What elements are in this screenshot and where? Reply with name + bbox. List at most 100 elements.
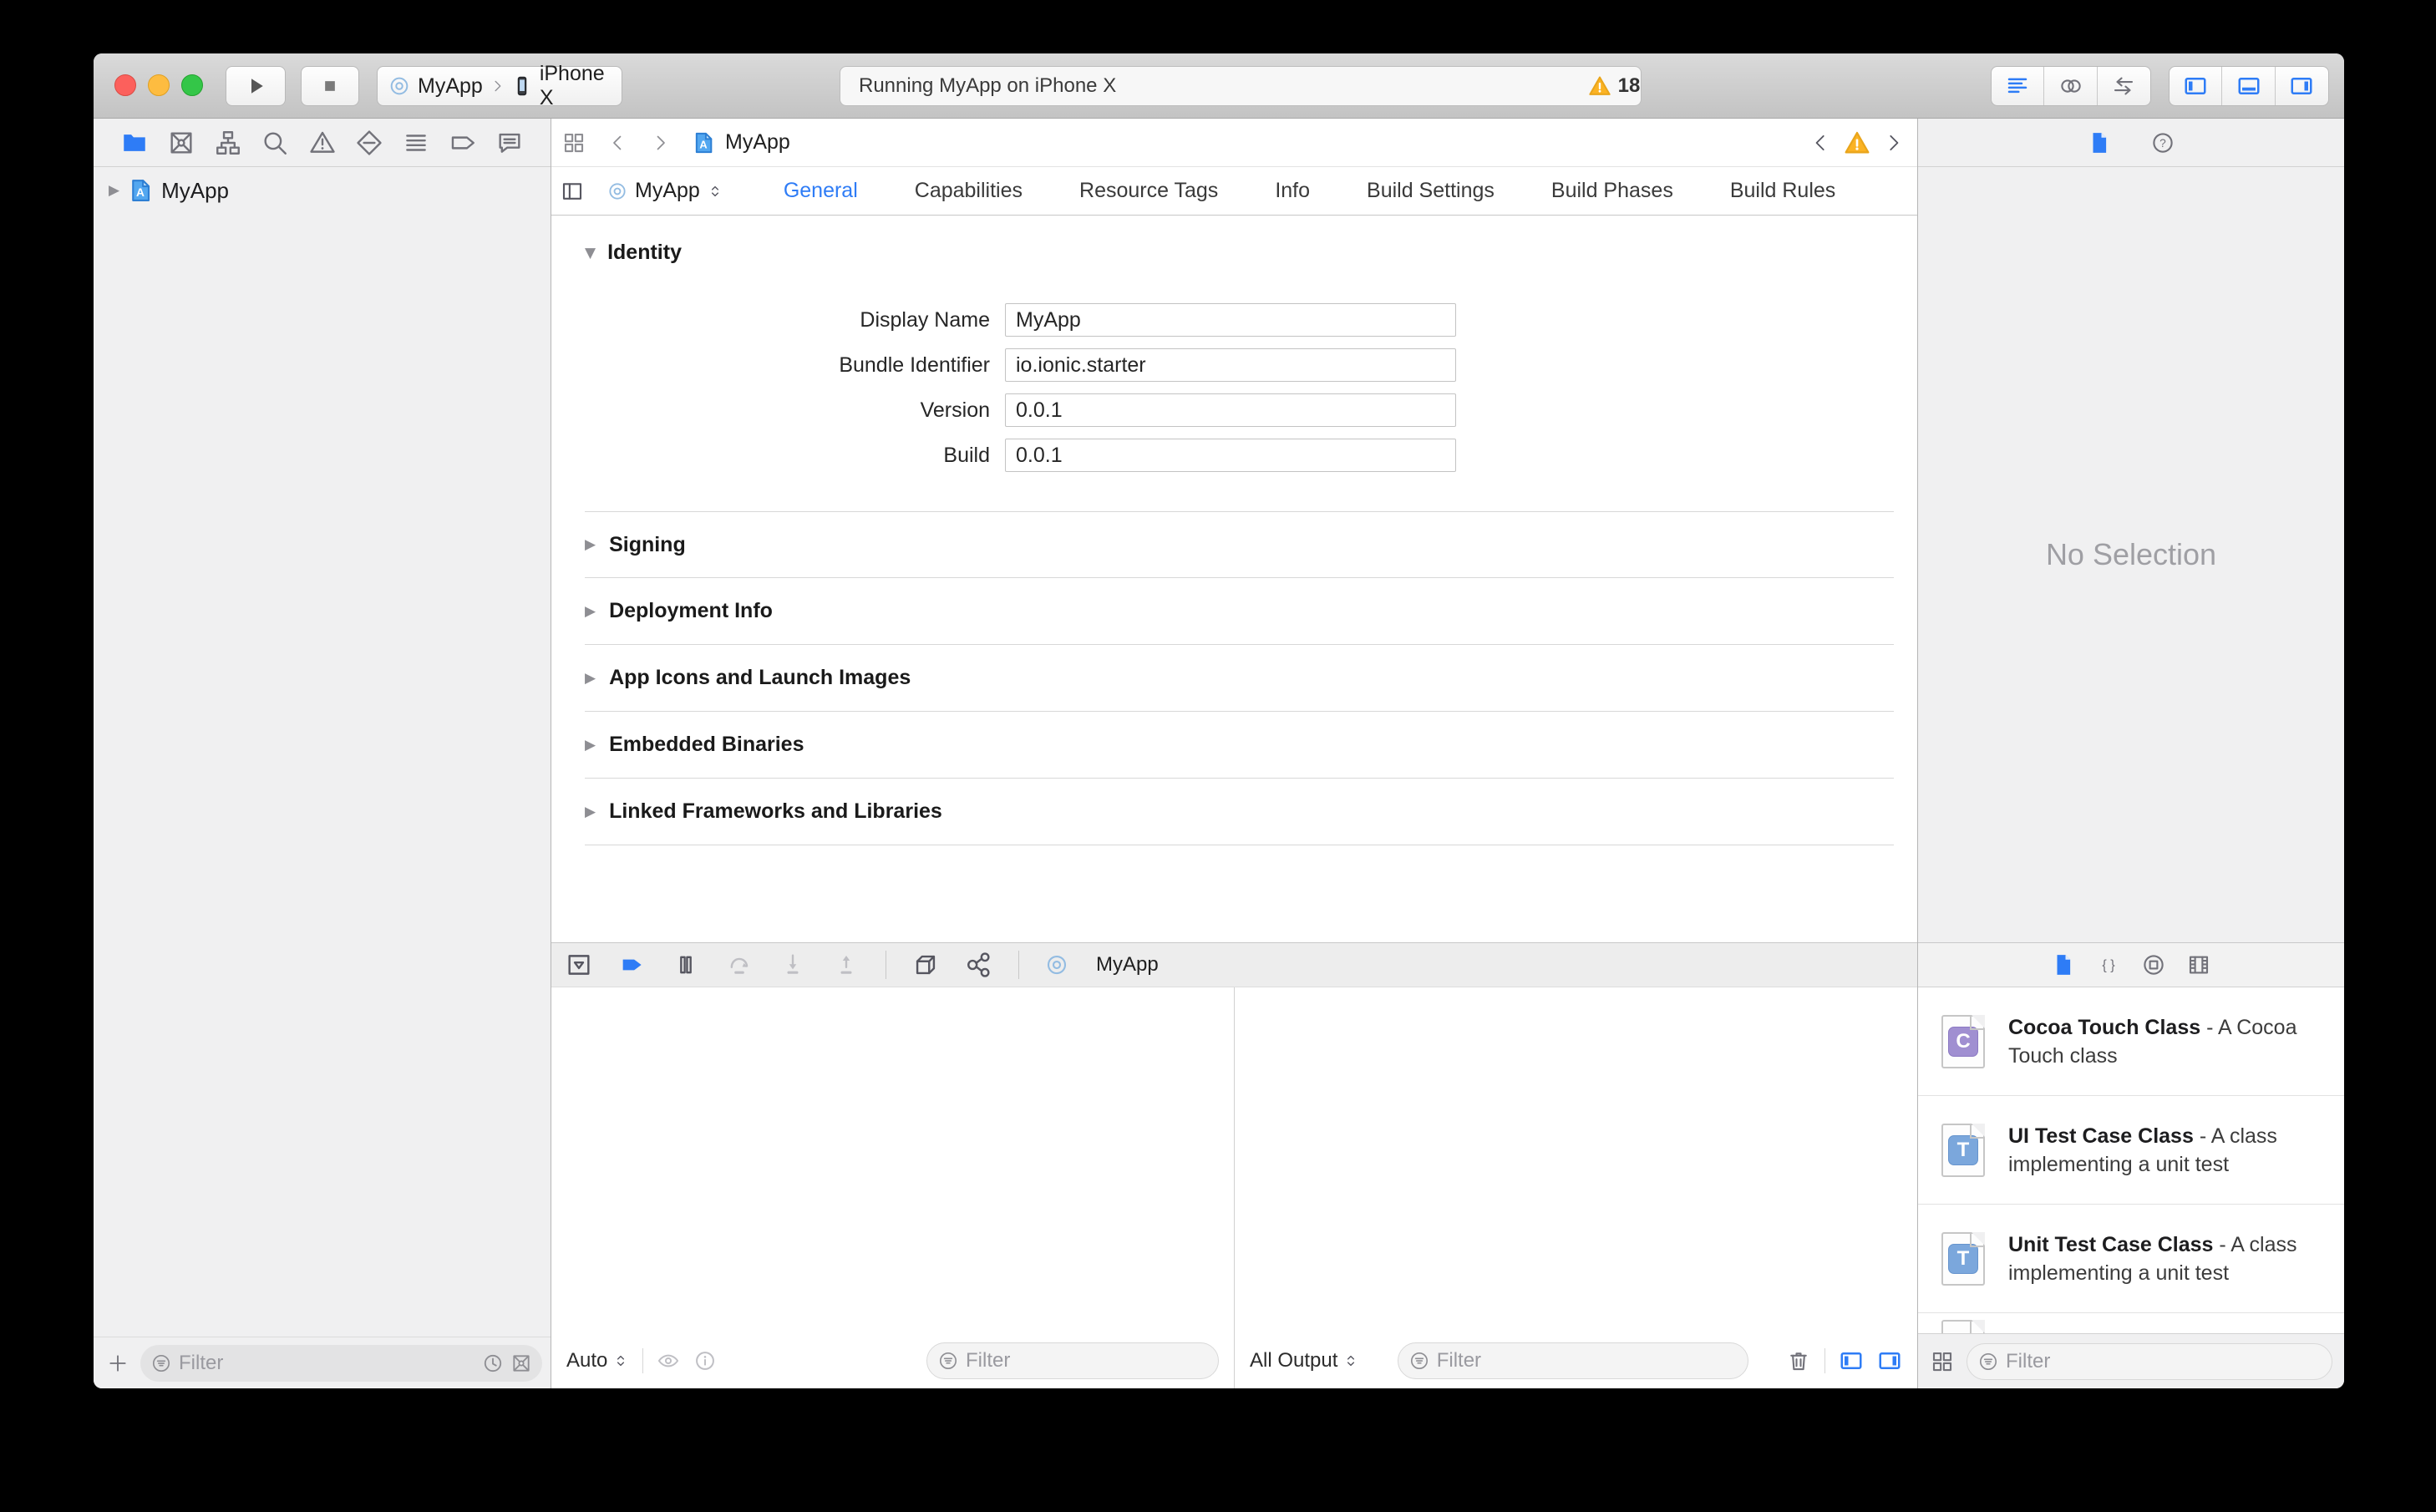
step-into-icon[interactable] — [779, 951, 807, 979]
source-control-navigator-icon[interactable] — [167, 129, 195, 157]
list-item[interactable] — [1918, 1313, 2344, 1333]
class-badge: T — [1948, 1243, 1978, 1274]
project-root-row[interactable]: MyApp — [94, 174, 551, 207]
disclosure-triangle-icon[interactable] — [585, 245, 596, 261]
step-out-icon[interactable] — [832, 951, 860, 979]
tab-general[interactable]: General — [784, 179, 858, 203]
report-navigator-icon[interactable] — [495, 129, 524, 157]
object-library-icon[interactable] — [2141, 952, 2166, 977]
find-navigator-icon[interactable] — [261, 129, 289, 157]
tab-build-settings[interactable]: Build Settings — [1367, 179, 1495, 203]
build-field[interactable] — [1005, 439, 1456, 472]
source-control-status-filter-icon[interactable] — [510, 1352, 532, 1374]
library-filter-field[interactable] — [1967, 1342, 2332, 1380]
forward-icon[interactable] — [650, 133, 670, 153]
help-inspector-icon[interactable] — [2150, 130, 2175, 155]
memory-graph-icon[interactable] — [965, 951, 993, 979]
section-app-icons[interactable]: App Icons and Launch Images — [585, 645, 1894, 712]
breakpoints-toggle-icon[interactable] — [618, 951, 647, 979]
tab-build-rules[interactable]: Build Rules — [1730, 179, 1835, 203]
display-name-field[interactable] — [1005, 303, 1456, 337]
breadcrumb[interactable]: MyApp — [692, 130, 790, 155]
next-issue-icon[interactable] — [1882, 132, 1904, 154]
step-over-icon[interactable] — [725, 951, 754, 979]
file-inspector-icon[interactable] — [2087, 130, 2112, 155]
back-icon[interactable] — [608, 133, 628, 153]
quick-look-icon[interactable] — [657, 1349, 680, 1372]
bundle-identifier-field[interactable] — [1005, 348, 1456, 382]
file-template-library-icon[interactable] — [2051, 952, 2076, 977]
list-item[interactable]: T UI Test Case Class - A class implement… — [1918, 1096, 2344, 1205]
previous-issue-icon[interactable] — [1810, 132, 1832, 154]
assistant-editor-button[interactable] — [2044, 67, 2098, 105]
section-embedded-binaries[interactable]: Embedded Binaries — [585, 712, 1894, 779]
hide-debug-area-icon[interactable] — [565, 951, 593, 979]
list-item[interactable]: C Cocoa Touch Class - A Cocoa Touch clas… — [1918, 987, 2344, 1096]
toggle-debug-area-button[interactable] — [2222, 67, 2276, 105]
variables-filter-input[interactable] — [966, 1349, 1208, 1372]
project-navigator-icon[interactable] — [120, 129, 149, 157]
standard-editor-button[interactable] — [1992, 67, 2045, 105]
scheme-selector[interactable]: MyApp iPhone X — [377, 62, 622, 109]
warning-badge[interactable]: 18 — [1599, 71, 1640, 101]
variables-scope-popup[interactable]: Auto — [566, 1349, 629, 1372]
identity-section-header[interactable]: Identity — [585, 241, 682, 265]
code-snippet-library-icon[interactable] — [2096, 952, 2121, 977]
tab-build-phases[interactable]: Build Phases — [1551, 179, 1673, 203]
stop-button[interactable] — [301, 66, 359, 106]
tab-capabilities[interactable]: Capabilities — [915, 179, 1023, 203]
file-template-icon — [1941, 1320, 1985, 1333]
clear-console-icon[interactable] — [1786, 1348, 1811, 1373]
version-field[interactable] — [1005, 393, 1456, 427]
media-library-icon[interactable] — [2186, 952, 2211, 977]
disclosure-triangle-icon[interactable] — [585, 603, 596, 620]
pause-icon[interactable] — [672, 951, 700, 979]
show-variables-view-icon[interactable] — [1839, 1348, 1864, 1373]
scheme-device-label: iPhone X — [539, 62, 605, 109]
targets-sidebar-toggle-icon[interactable] — [560, 179, 585, 204]
view-debugger-icon[interactable] — [911, 951, 940, 979]
minimize-window-button[interactable] — [148, 74, 170, 96]
target-popup[interactable]: MyApp — [606, 179, 723, 203]
tab-info[interactable]: Info — [1275, 179, 1310, 203]
close-window-button[interactable] — [114, 74, 136, 96]
section-deployment-info[interactable]: Deployment Info — [585, 578, 1894, 645]
file-template-icon: T — [1941, 1123, 1985, 1177]
version-editor-button[interactable] — [2098, 67, 2150, 105]
add-button[interactable] — [107, 1352, 129, 1374]
console-filter-input[interactable] — [1436, 1349, 1738, 1372]
console-filter-field[interactable] — [1397, 1342, 1748, 1379]
console-scope-popup[interactable]: All Output — [1250, 1349, 1359, 1372]
issue-navigator-icon[interactable] — [308, 129, 337, 157]
list-item[interactable]: T Unit Test Case Class - A class impleme… — [1918, 1205, 2344, 1313]
recent-files-filter-icon[interactable] — [482, 1352, 504, 1374]
variables-filter-field[interactable] — [926, 1342, 1219, 1379]
related-items-icon[interactable] — [561, 130, 586, 155]
section-signing[interactable]: Signing — [585, 511, 1894, 578]
console-content[interactable] — [1235, 987, 1917, 1333]
debug-navigator-icon[interactable] — [402, 129, 430, 157]
variables-view-content[interactable] — [551, 987, 1234, 1333]
library-filter-input[interactable] — [2006, 1349, 2322, 1373]
toolbar: MyApp iPhone X Running MyApp on iPhone X… — [94, 53, 2344, 119]
zoom-window-button[interactable] — [181, 74, 203, 96]
run-button[interactable] — [226, 66, 286, 106]
disclosure-triangle-icon[interactable] — [585, 737, 596, 753]
show-console-icon[interactable] — [1877, 1348, 1902, 1373]
disclosure-triangle-icon[interactable] — [585, 670, 596, 687]
disclosure-triangle-icon[interactable] — [109, 182, 119, 199]
section-linked-frameworks[interactable]: Linked Frameworks and Libraries — [585, 779, 1894, 845]
symbol-navigator-icon[interactable] — [214, 129, 242, 157]
toggle-navigator-button[interactable] — [2170, 67, 2223, 105]
disclosure-triangle-icon[interactable] — [585, 536, 596, 553]
toggle-inspector-button[interactable] — [2276, 67, 2328, 105]
navigator-filter-input[interactable] — [179, 1351, 475, 1375]
debug-target-label[interactable]: MyApp — [1096, 953, 1159, 977]
navigator-filter-field[interactable] — [140, 1344, 542, 1382]
print-description-icon[interactable] — [693, 1349, 717, 1372]
disclosure-triangle-icon[interactable] — [585, 804, 596, 820]
test-navigator-icon[interactable] — [355, 129, 383, 157]
grid-view-toggle-icon[interactable] — [1930, 1349, 1955, 1374]
tab-resource-tags[interactable]: Resource Tags — [1079, 179, 1218, 203]
breakpoint-navigator-icon[interactable] — [449, 129, 477, 157]
